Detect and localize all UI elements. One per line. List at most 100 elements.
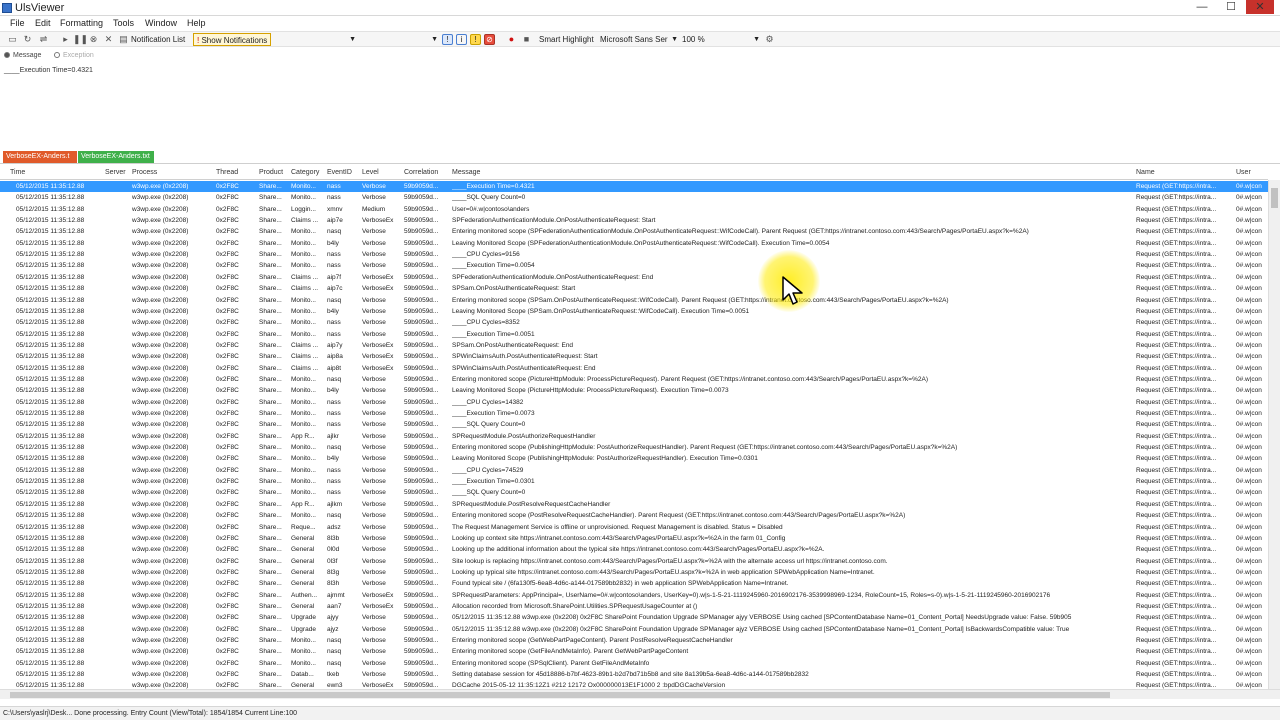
table-row[interactable]: 05/12/2015 11:35:12.88 w3wp.exe (0x2208) 0… — [0, 215, 1268, 226]
table-row[interactable]: 05/12/2015 11:35:12.88 w3wp.exe (0x2208) 0… — [0, 397, 1268, 408]
table-row[interactable]: 05/12/2015 11:35:12.88 w3wp.exe (0x2208) 0… — [0, 295, 1268, 306]
menu-window[interactable]: Window — [145, 16, 177, 30]
cell-category: Monito... — [291, 455, 316, 463]
table-row[interactable]: 05/12/2015 11:35:12.88 w3wp.exe (0x2208) 0… — [0, 476, 1268, 487]
cell-thread: 0x2F8C — [216, 307, 239, 315]
warning-level-icon[interactable]: ! — [470, 34, 481, 45]
header-product[interactable]: Product — [259, 166, 283, 180]
menu-file[interactable]: File — [10, 16, 25, 30]
header-user[interactable]: User — [1236, 166, 1251, 180]
smart-highlight-button[interactable]: Smart Highlight — [536, 33, 597, 46]
table-row[interactable]: 05/12/2015 11:35:12.88 w3wp.exe (0x2208) 0… — [0, 317, 1268, 328]
header-level[interactable]: Level — [362, 166, 379, 180]
minimize-button[interactable]: — — [1188, 0, 1216, 14]
filter-icon[interactable]: ⇌ — [38, 34, 49, 45]
refresh-icon[interactable]: ↻ — [22, 34, 33, 45]
table-row[interactable]: 05/12/2015 11:35:12.88 w3wp.exe (0x2208) 0… — [0, 578, 1268, 589]
menu-tools[interactable]: Tools — [113, 16, 134, 30]
table-row[interactable]: 05/12/2015 11:35:12.88 w3wp.exe (0x2208) 0… — [0, 590, 1268, 601]
table-row[interactable]: 05/12/2015 11:35:12.88 w3wp.exe (0x2208) 0… — [0, 260, 1268, 271]
table-row[interactable]: 05/12/2015 11:35:12.88 w3wp.exe (0x2208) 0… — [0, 544, 1268, 555]
table-row[interactable]: 05/12/2015 11:35:12.88 w3wp.exe (0x2208) 0… — [0, 226, 1268, 237]
pause-icon[interactable]: ❚❚ — [73, 34, 88, 45]
zoom-dropdown[interactable]: 100 % ▼ — [682, 33, 762, 46]
table-row[interactable]: 05/12/2015 11:35:12.88 w3wp.exe (0x2208) 0… — [0, 351, 1268, 362]
menu-edit[interactable]: Edit — [35, 16, 51, 30]
info-level-icon[interactable]: i — [456, 34, 467, 45]
filter-dropdown[interactable]: ▼ — [278, 33, 358, 46]
stop-icon[interactable]: ■ — [521, 34, 532, 45]
table-row[interactable]: 05/12/2015 11:35:12.88 w3wp.exe (0x2208) 0… — [0, 567, 1268, 578]
table-row[interactable]: 05/12/2015 11:35:12.88 w3wp.exe (0x2208) 0… — [0, 487, 1268, 498]
table-row[interactable]: 05/12/2015 11:35:12.88 w3wp.exe (0x2208) 0… — [0, 431, 1268, 442]
cell-name: Request (GET:https://intra... — [1136, 512, 1217, 520]
header-message[interactable]: Message — [452, 166, 480, 180]
table-row[interactable]: 05/12/2015 11:35:12.88 w3wp.exe (0x2208) 0… — [0, 453, 1268, 464]
table-row[interactable]: 05/12/2015 11:35:12.88 w3wp.exe (0x2208) 0… — [0, 646, 1268, 657]
vertical-scrollbar[interactable] — [1268, 180, 1280, 689]
table-row[interactable]: 05/12/2015 11:35:12.88 w3wp.exe (0x2208) 0… — [0, 635, 1268, 646]
table-row[interactable]: 05/12/2015 11:35:12.88 w3wp.exe (0x2208) 0… — [0, 249, 1268, 260]
play-icon[interactable]: ▸ — [60, 34, 71, 45]
header-category[interactable]: Category — [291, 166, 319, 180]
table-row[interactable]: 05/12/2015 11:35:12.88 w3wp.exe (0x2208) 0… — [0, 442, 1268, 453]
file-tab-1[interactable]: VerboseEX-Anders.t — [3, 151, 77, 163]
table-row[interactable]: 05/12/2015 11:35:12.88 w3wp.exe (0x2208) 0… — [0, 533, 1268, 544]
menu-help[interactable]: Help — [187, 16, 206, 30]
open-folder-icon[interactable]: ▭ — [7, 34, 18, 45]
scroll-thumb[interactable] — [10, 692, 1110, 698]
header-eventid[interactable]: EventID — [327, 166, 352, 180]
table-row[interactable]: 05/12/2015 11:35:12.88 w3wp.exe (0x2208) 0… — [0, 192, 1268, 203]
header-name[interactable]: Name — [1136, 166, 1155, 180]
table-row[interactable]: 05/12/2015 11:35:12.88 w3wp.exe (0x2208) 0… — [0, 204, 1268, 215]
maximize-button[interactable]: ☐ — [1217, 0, 1245, 14]
table-row[interactable]: 05/12/2015 11:35:12.88 w3wp.exe (0x2208) 0… — [0, 385, 1268, 396]
cell-correlation: 59b9059d... — [404, 512, 439, 520]
tab-message[interactable]: Message — [4, 50, 41, 62]
menu-formatting[interactable]: Formatting — [60, 16, 103, 30]
table-row[interactable]: 05/12/2015 11:35:12.88 w3wp.exe (0x2208) 0… — [0, 374, 1268, 385]
header-thread[interactable]: Thread — [216, 166, 238, 180]
table-row[interactable]: 05/12/2015 11:35:12.88 w3wp.exe (0x2208) 0… — [0, 283, 1268, 294]
table-row[interactable]: 05/12/2015 11:35:12.88 w3wp.exe (0x2208) 0… — [0, 624, 1268, 635]
table-row[interactable]: 05/12/2015 11:35:12.88 w3wp.exe (0x2208) 0… — [0, 306, 1268, 317]
table-row[interactable]: 05/12/2015 11:35:12.88 w3wp.exe (0x2208) 0… — [0, 419, 1268, 430]
header-process[interactable]: Process — [132, 166, 157, 180]
notification-list-button[interactable]: Notification List — [128, 33, 188, 46]
table-row[interactable]: 05/12/2015 11:35:12.88 w3wp.exe (0x2208) 0… — [0, 465, 1268, 476]
settings-icon[interactable]: ⚙ — [764, 34, 775, 45]
horizontal-scrollbar[interactable] — [0, 689, 1280, 699]
table-row[interactable]: 05/12/2015 11:35:12.88 w3wp.exe (0x2208) 0… — [0, 408, 1268, 419]
table-row[interactable]: 05/12/2015 11:35:12.88 w3wp.exe (0x2208) 0… — [0, 340, 1268, 351]
table-row[interactable]: 05/12/2015 11:35:12.88 w3wp.exe (0x2208) 0… — [0, 669, 1268, 680]
clear-filter-icon[interactable]: ⊗ — [88, 34, 99, 45]
error-level-icon[interactable]: ⊘ — [484, 34, 495, 45]
close-button[interactable]: ✕ — [1246, 0, 1274, 14]
scroll-thumb[interactable] — [1271, 188, 1278, 208]
cell-process: w3wp.exe (0x2208) — [132, 285, 189, 293]
critical-level-icon[interactable]: ! — [442, 34, 453, 45]
correlation-dropdown[interactable]: ▼ — [360, 33, 440, 46]
header-correlation[interactable]: Correlation — [404, 166, 438, 180]
table-row[interactable]: 05/12/2015 11:35:12.88 w3wp.exe (0x2208) 0… — [0, 499, 1268, 510]
tab-exception[interactable]: Exception — [54, 50, 94, 62]
table-row[interactable]: 05/12/2015 11:35:12.88 w3wp.exe (0x2208) 0… — [0, 556, 1268, 567]
table-row[interactable]: 05/12/2015 11:35:12.88 w3wp.exe (0x2208) 0… — [0, 612, 1268, 623]
font-dropdown[interactable]: Microsoft Sans Ser ▼ — [600, 33, 680, 46]
file-tab-2[interactable]: VerboseEX-Anders.txt — [78, 151, 154, 163]
table-row[interactable]: 05/12/2015 11:35:12.88 w3wp.exe (0x2208) 0… — [0, 601, 1268, 612]
header-time[interactable]: Time — [10, 166, 25, 180]
table-row[interactable]: 05/12/2015 11:35:12.88 w3wp.exe (0x2208) 0… — [0, 658, 1268, 669]
table-row[interactable]: 05/12/2015 11:35:12.88 w3wp.exe (0x2208) 0… — [0, 363, 1268, 374]
table-row[interactable]: 05/12/2015 11:35:12.88 w3wp.exe (0x2208) 0… — [0, 272, 1268, 283]
table-row[interactable]: 05/12/2015 11:35:12.88 w3wp.exe (0x2208) 0… — [0, 510, 1268, 521]
table-row[interactable]: 05/12/2015 11:35:12.88 w3wp.exe (0x2208) 0… — [0, 238, 1268, 249]
table-row[interactable]: 05/12/2015 11:35:12.88 w3wp.exe (0x2208) 0… — [0, 680, 1268, 689]
table-row[interactable]: 05/12/2015 11:35:12.88 w3wp.exe (0x2208) 0… — [0, 329, 1268, 340]
header-server[interactable]: Server — [105, 166, 126, 180]
clear-icon[interactable]: ✕ — [103, 34, 114, 45]
record-icon[interactable]: ● — [506, 34, 517, 45]
table-row[interactable]: 05/12/2015 11:35:12.88 w3wp.exe (0x2208) 0… — [0, 522, 1268, 533]
table-row[interactable]: 05/12/2015 11:35:12.88 w3wp.exe (0x2208) 0… — [0, 181, 1268, 192]
show-notifications-button[interactable]: ! Show Notifications — [193, 33, 272, 46]
